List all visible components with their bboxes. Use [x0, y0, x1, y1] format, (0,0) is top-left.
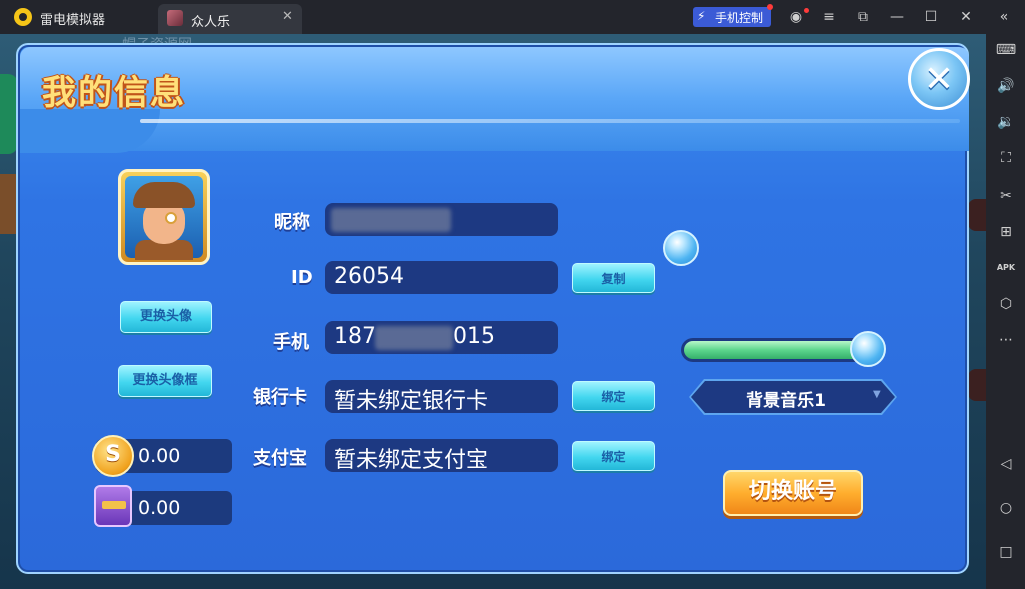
- my-info-dialog: 我的信息 ✕ 更换头像 更换头像框 S 0.00 0.00 昵称 ID 2605…: [16, 43, 970, 574]
- back-icon[interactable]: ◁: [993, 452, 1019, 476]
- minimize-icon[interactable]: —: [886, 6, 908, 28]
- id-label: ID: [291, 267, 313, 288]
- game-thumbnail-icon: [167, 10, 183, 26]
- id-field: 26054: [325, 261, 558, 294]
- avatar-monocle: [165, 212, 177, 224]
- avatar-portrait: [125, 176, 203, 260]
- header-divider: [140, 119, 960, 123]
- background-decoration: [0, 174, 16, 234]
- app-name: 雷电模拟器: [40, 13, 106, 28]
- collapse-icon[interactable]: «: [993, 6, 1015, 28]
- background-music-value: 背景音乐1: [746, 391, 826, 411]
- close-x-icon: ✕: [923, 59, 955, 100]
- phone-control-label: 手机控制: [715, 11, 764, 25]
- bank-card-value: 暂未绑定银行卡: [334, 389, 489, 414]
- nickname-redaction: [331, 208, 451, 232]
- phone-prefix: 187: [334, 324, 376, 349]
- phone-bolt-icon: ⚡: [697, 9, 706, 23]
- bank-card-field: 暂未绑定银行卡: [325, 380, 558, 414]
- music-volume-slider-knob[interactable]: [850, 331, 886, 367]
- gold-coin-icon: S: [92, 435, 134, 477]
- music-volume-fill: [684, 341, 868, 359]
- phone-field: 187 015: [325, 321, 558, 354]
- nickname-field: [325, 203, 558, 236]
- change-avatar-frame-button[interactable]: 更换头像框: [118, 365, 212, 397]
- emulator-sidebar: ⌨ 🔊 🔉 ⛶ ✂ ⊞ APK ⬡ ⋯ ◁ ○ □: [986, 34, 1025, 589]
- tab-close-icon[interactable]: ✕: [282, 9, 293, 24]
- tab-label: 众人乐: [191, 15, 231, 30]
- maximize-icon[interactable]: ☐: [920, 6, 942, 28]
- alipay-label: 支付宝: [253, 448, 307, 469]
- header-notch: [20, 109, 160, 153]
- phone-label: 手机: [273, 332, 309, 353]
- bank-balance: 0.00: [94, 485, 232, 527]
- background-decoration: [968, 369, 986, 401]
- menu-icon[interactable]: ≡: [818, 6, 840, 28]
- change-avatar-button[interactable]: 更换头像: [120, 301, 212, 333]
- user-notification-dot: [804, 8, 809, 13]
- more-icon[interactable]: ⋯: [993, 328, 1019, 352]
- keyboard-icon[interactable]: ⌨: [993, 38, 1019, 62]
- apk-icon[interactable]: APK: [993, 256, 1019, 280]
- volume-up-icon[interactable]: 🔊: [993, 74, 1019, 98]
- phone-control-button[interactable]: ⚡ 手机控制: [693, 4, 773, 27]
- avatar[interactable]: [118, 169, 210, 265]
- gold-value: 0.00: [138, 445, 181, 467]
- bind-alipay-button[interactable]: 绑定: [572, 441, 655, 471]
- screenshot-icon[interactable]: ⛶: [993, 146, 1019, 170]
- safe-box-icon: [94, 485, 132, 527]
- chevron-down-icon: ▼: [873, 389, 881, 400]
- gold-balance: S 0.00: [92, 435, 232, 477]
- dialog-header: 我的信息: [20, 47, 969, 153]
- emulator-titlebar: 雷电模拟器 众人乐 ✕ ⚡ 手机控制 ◉ ≡ ⧉ — ☐ ✕ «: [0, 0, 1025, 34]
- recent-icon[interactable]: □: [993, 540, 1019, 564]
- scissors-icon[interactable]: ✂: [993, 184, 1019, 208]
- sound-effect-slider-knob[interactable]: [663, 230, 699, 266]
- app-logo-icon: [14, 8, 32, 26]
- dialog-title: 我的信息: [42, 73, 186, 113]
- bank-value: 0.00: [138, 497, 181, 519]
- alipay-field: 暂未绑定支付宝: [325, 439, 558, 473]
- switch-account-button[interactable]: 切换账号: [723, 470, 863, 516]
- home-icon[interactable]: ○: [993, 496, 1019, 520]
- volume-down-icon[interactable]: 🔉: [993, 110, 1019, 134]
- settings-icon[interactable]: ⬡: [993, 292, 1019, 316]
- phone-redaction: [375, 326, 453, 350]
- bank-card-label: 银行卡: [253, 387, 307, 408]
- background-decoration: [968, 199, 986, 231]
- notification-dot: [767, 4, 773, 10]
- phone-suffix: 015: [453, 324, 495, 349]
- tab-game[interactable]: 众人乐 ✕: [158, 4, 302, 34]
- copy-id-button[interactable]: 复制: [572, 263, 655, 293]
- restore-icon[interactable]: ⧉: [852, 6, 874, 28]
- add-window-icon[interactable]: ⊞: [993, 220, 1019, 244]
- alipay-value: 暂未绑定支付宝: [334, 448, 489, 473]
- nickname-label: 昵称: [274, 212, 310, 233]
- bind-bank-card-button[interactable]: 绑定: [572, 381, 655, 411]
- avatar-hat: [133, 182, 195, 208]
- id-value: 26054: [334, 264, 404, 289]
- close-icon[interactable]: ✕: [955, 6, 977, 28]
- close-dialog-button[interactable]: ✕: [908, 48, 970, 110]
- background-music-select[interactable]: 背景音乐1 ▼: [691, 381, 895, 413]
